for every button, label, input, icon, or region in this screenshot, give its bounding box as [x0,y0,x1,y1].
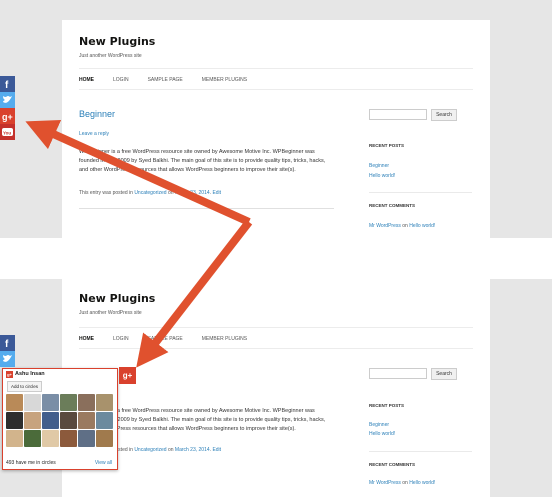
annotation-arrows [25,119,253,368]
annotation-arrow [136,219,253,368]
annotation-arrow [25,119,251,226]
